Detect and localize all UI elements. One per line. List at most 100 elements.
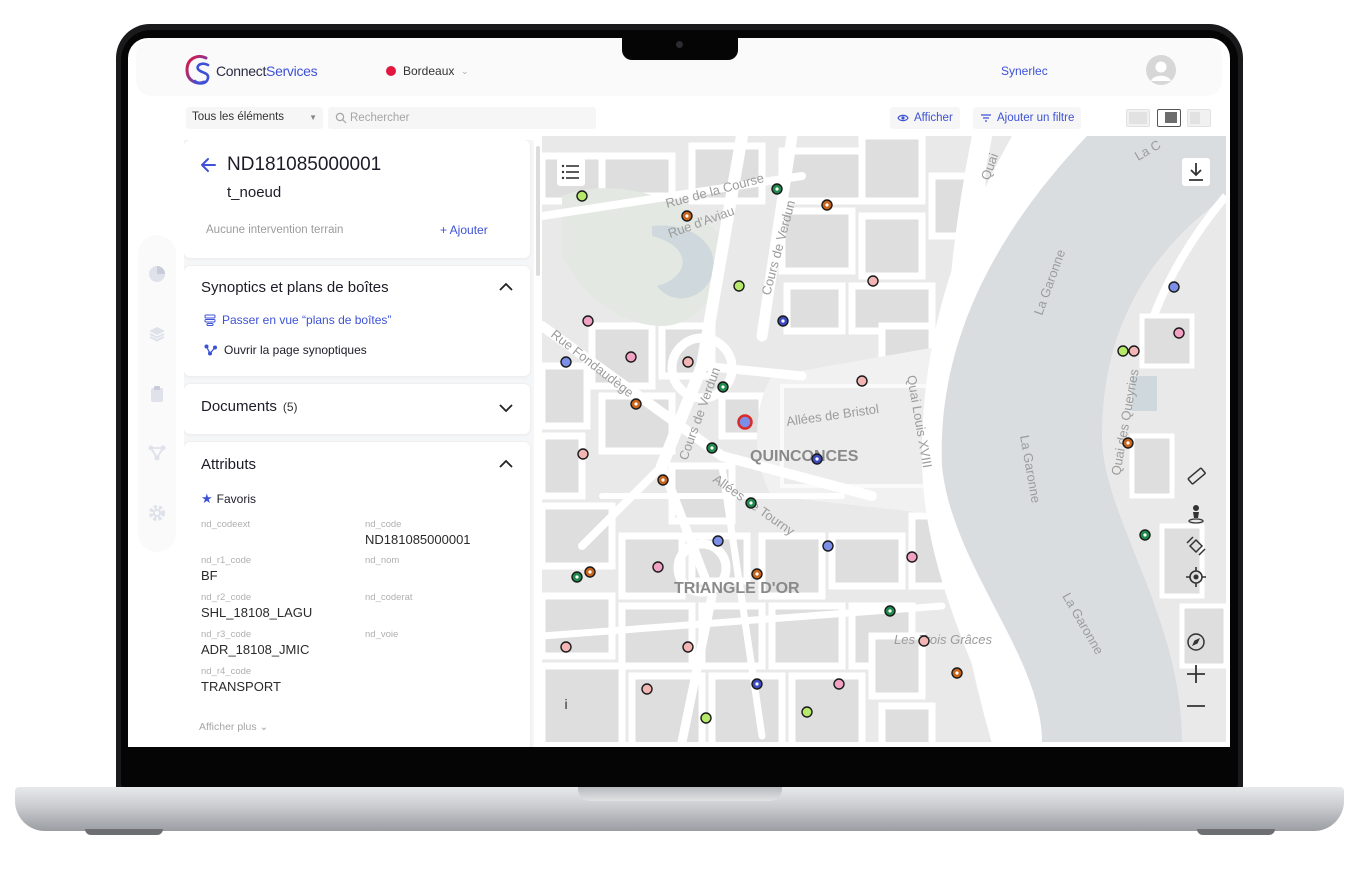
node-marker[interactable]: [906, 551, 918, 563]
search-input[interactable]: [350, 110, 590, 126]
satellite-button[interactable]: [1182, 532, 1210, 560]
map-view[interactable]: Rue de la Course Rue d'Aviau Cours de Ve…: [542, 136, 1226, 742]
selected-node-marker[interactable]: [737, 414, 753, 430]
zoom-in-button[interactable]: [1182, 660, 1210, 688]
node-marker-center: [825, 203, 829, 207]
map-label: TRIANGLE D'OR: [674, 580, 800, 597]
attribution-info-button[interactable]: i: [556, 696, 576, 718]
connectservices-logo-icon[interactable]: [184, 53, 214, 89]
node-marker-center: [721, 385, 725, 389]
add-intervention-button[interactable]: + Ajouter: [440, 223, 488, 237]
node-marker-center: [1126, 441, 1130, 445]
laptop-foot: [85, 829, 163, 835]
chevron-up-icon[interactable]: [498, 456, 514, 472]
attribute-key: nd_voie: [365, 629, 399, 640]
view-split-toggle[interactable]: [1157, 109, 1181, 127]
screen: ConnectServices Bordeaux ⌄ Synerlec Tous…: [128, 38, 1230, 747]
node-marker[interactable]: [1117, 345, 1129, 357]
node-marker[interactable]: [856, 375, 868, 387]
chevron-down-icon[interactable]: [498, 400, 514, 416]
node-marker-center: [710, 446, 714, 450]
chevron-up-icon[interactable]: [498, 279, 514, 295]
attribute-value: BF: [201, 568, 218, 583]
node-marker[interactable]: [1128, 345, 1140, 357]
node-marker[interactable]: [700, 712, 712, 724]
attribute-item: nd_r2_code SHL_18108_LAGU: [201, 592, 312, 620]
box-plans-link-label: Passer en vue “plans de boîtes”: [222, 313, 392, 327]
organization-link[interactable]: Synerlec: [1001, 64, 1048, 78]
add-filter-button[interactable]: Ajouter un filtre: [973, 107, 1082, 129]
attribute-item: nd_voie: [365, 629, 398, 642]
node-marker[interactable]: [582, 315, 594, 327]
camera-notch: [622, 36, 738, 60]
locate-button[interactable]: [1182, 563, 1210, 591]
clipboard-icon[interactable]: [147, 384, 167, 404]
minus-icon: [1187, 705, 1205, 707]
node-header-card: ND181085000001 t_noeud Aucune interventi…: [184, 140, 530, 258]
node-id: ND181085000001: [227, 154, 382, 175]
compass-button[interactable]: [1182, 628, 1210, 656]
view-map-only-toggle[interactable]: [1187, 109, 1211, 127]
show-label: Afficher: [914, 112, 953, 124]
no-intervention-text: Aucune intervention terrain: [206, 224, 344, 236]
show-more-button[interactable]: Afficher plus ⌄: [199, 721, 268, 733]
synoptics-card: Synoptics et plans de boîtes Passer en v…: [184, 266, 530, 376]
detail-panel: ND181085000001 t_noeud Aucune interventi…: [184, 140, 534, 747]
show-more-label: Afficher plus: [199, 721, 257, 733]
synoptic-graph-icon: [204, 344, 217, 356]
node-marker[interactable]: [652, 561, 664, 573]
node-marker[interactable]: [576, 190, 588, 202]
layers-icon[interactable]: [147, 324, 167, 344]
node-marker[interactable]: [625, 351, 637, 363]
node-marker-center: [755, 572, 759, 576]
download-button[interactable]: [1182, 158, 1210, 186]
map-canvas[interactable]: Rue de la Course Rue d'Aviau Cours de Ve…: [542, 136, 1226, 742]
box-plans-link[interactable]: Passer en vue “plans de boîtes”: [204, 313, 391, 327]
element-filter-select[interactable]: Tous les éléments ▼: [186, 107, 323, 129]
node-marker[interactable]: [560, 641, 572, 653]
avatar[interactable]: [1146, 55, 1176, 85]
legend-button[interactable]: [557, 158, 585, 186]
attributes-card: Attributs ★ Favoris nd_codeext nd_code ND1…: [184, 442, 530, 747]
node-marker[interactable]: [682, 356, 694, 368]
back-arrow-icon[interactable]: [198, 155, 218, 175]
attributes-title: Attributs: [201, 456, 257, 473]
node-marker[interactable]: [1173, 327, 1185, 339]
network-icon[interactable]: [147, 443, 167, 463]
node-marker-center: [1143, 533, 1147, 537]
map-label: Les Trois Grâces: [894, 632, 993, 647]
pie-chart-icon[interactable]: [147, 264, 167, 284]
attribute-key: nd_r1_code: [201, 555, 252, 566]
node-marker[interactable]: [560, 356, 572, 368]
panel-scrollbar[interactable]: [536, 146, 540, 276]
synoptics-page-link[interactable]: Ouvrir la page synoptiques: [204, 343, 367, 357]
show-button[interactable]: Afficher: [890, 107, 960, 129]
gear-icon[interactable]: [147, 503, 167, 523]
measure-button[interactable]: [1182, 462, 1210, 490]
node-marker-center: [749, 501, 753, 505]
laptop-foot: [1197, 829, 1275, 835]
ruler-icon: [1187, 467, 1206, 485]
chevron-down-icon[interactable]: ⌄: [461, 66, 469, 77]
node-marker[interactable]: [833, 678, 845, 690]
search-box[interactable]: [328, 107, 596, 129]
node-marker[interactable]: [1168, 281, 1180, 293]
node-marker[interactable]: [822, 540, 834, 552]
zoom-out-button[interactable]: [1182, 692, 1210, 720]
node-marker[interactable]: [733, 280, 745, 292]
node-marker[interactable]: [712, 535, 724, 547]
node-marker[interactable]: [682, 641, 694, 653]
synoptics-title: Synoptics et plans de boîtes: [201, 279, 389, 296]
node-marker[interactable]: [801, 706, 813, 718]
street-view-button[interactable]: [1182, 500, 1210, 528]
node-marker[interactable]: [918, 635, 930, 647]
caret-down-icon: ▼: [309, 113, 317, 122]
view-list-only-toggle[interactable]: [1126, 109, 1150, 127]
node-marker[interactable]: [641, 683, 653, 695]
city-selector[interactable]: Bordeaux: [403, 64, 454, 78]
documents-card[interactable]: Documents (5): [184, 384, 530, 434]
favorites-filter[interactable]: ★ Favoris: [201, 491, 256, 507]
eye-icon: [897, 114, 909, 122]
node-marker[interactable]: [577, 448, 589, 460]
node-marker[interactable]: [867, 275, 879, 287]
